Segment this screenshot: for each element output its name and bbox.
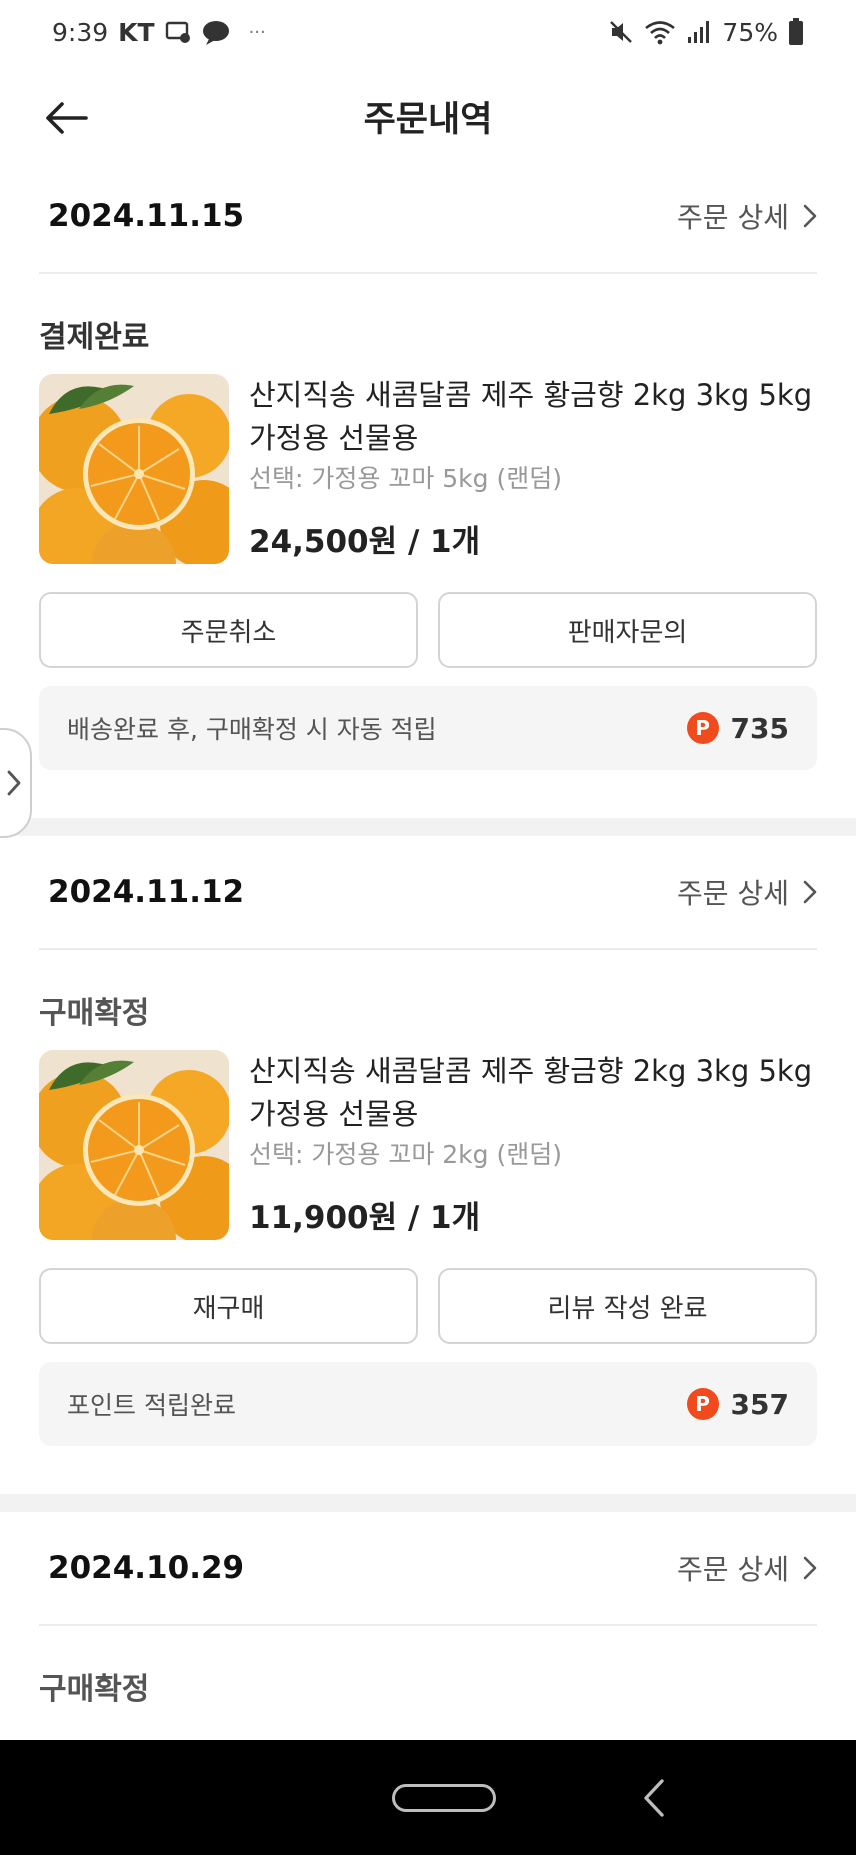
product-item[interactable]: 산지직송 새콤달콤 제주 황금향 2kg 3kg 5kg 가정용 선물용 선택:… bbox=[39, 374, 817, 564]
product-thumbnail[interactable] bbox=[39, 374, 229, 564]
arrow-left-icon bbox=[46, 102, 88, 134]
order-date: 2024.11.15 bbox=[48, 198, 245, 234]
product-option: 선택: 가정용 꼬마 2kg (랜덤) bbox=[249, 1140, 562, 1169]
signal-icon bbox=[686, 19, 712, 45]
product-price: 11,900원 / 1개 bbox=[249, 1200, 481, 1236]
repurchase-button[interactable]: 재구매 bbox=[39, 1268, 418, 1344]
order-header: 2024.11.12 주문 상세 bbox=[39, 836, 817, 950]
cancel-order-button[interactable]: 주문취소 bbox=[39, 592, 418, 668]
order-detail-label: 주문 상세 bbox=[677, 1553, 789, 1586]
order-detail-label: 주문 상세 bbox=[677, 877, 789, 910]
point-info: 포인트 적립완료 P 357 bbox=[39, 1362, 817, 1446]
order-detail-link[interactable]: 주문 상세 bbox=[677, 1548, 817, 1588]
order-card: 2024.11.12 주문 상세 구매확정 산지직송 새콤달콤 제주 황금향 2… bbox=[0, 836, 856, 1494]
order-detail-label: 주문 상세 bbox=[677, 201, 789, 234]
system-back-button[interactable] bbox=[634, 1776, 674, 1820]
point-info: 배송완료 후, 구매확정 시 자동 적립 P 735 bbox=[39, 686, 817, 770]
product-thumbnail[interactable] bbox=[39, 1050, 229, 1240]
seller-inquiry-button[interactable]: 판매자문의 bbox=[438, 592, 817, 668]
review-done-button[interactable]: 리뷰 작성 완료 bbox=[438, 1268, 817, 1344]
back-button[interactable] bbox=[42, 94, 90, 142]
home-button[interactable] bbox=[392, 1784, 496, 1812]
order-status: 결제완료 bbox=[39, 320, 150, 355]
point-value: 735 bbox=[730, 711, 789, 745]
order-card: 2024.10.29 주문 상세 구매확정 bbox=[0, 1512, 856, 1707]
status-carrier: KT bbox=[118, 17, 155, 47]
chat-icon bbox=[201, 19, 231, 45]
product-item[interactable]: 산지직송 새콤달콤 제주 황금향 2kg 3kg 5kg 가정용 선물용 선택:… bbox=[39, 1050, 817, 1240]
mute-icon bbox=[608, 19, 634, 45]
order-divider bbox=[0, 818, 856, 836]
back-chevron-icon bbox=[644, 1779, 664, 1817]
order-divider bbox=[0, 1494, 856, 1512]
chevron-right-icon bbox=[7, 770, 21, 796]
app-header: 주문내역 bbox=[0, 72, 856, 160]
orange-image-icon bbox=[39, 374, 229, 564]
point-icon: P bbox=[686, 1388, 719, 1420]
chevron-right-icon bbox=[803, 204, 817, 228]
product-price: 24,500원 / 1개 bbox=[249, 524, 481, 560]
wifi-icon bbox=[644, 19, 676, 45]
product-name[interactable]: 산지직송 새콤달콤 제주 황금향 2kg 3kg 5kg 가정용 선물용 bbox=[249, 374, 817, 460]
system-nav-bar bbox=[0, 1740, 856, 1855]
order-list: 2024.11.15 주문 상세 결제완료 산지직송 새콤달콤 제주 황금향 2… bbox=[0, 160, 856, 1707]
point-text: 배송완료 후, 구매확정 시 자동 적립 bbox=[67, 715, 437, 744]
order-date: 2024.11.12 bbox=[48, 874, 245, 910]
status-bar: 9:39 KT ··· 75% bbox=[0, 0, 856, 64]
order-actions: 주문취소 판매자문의 bbox=[39, 592, 817, 668]
chevron-right-icon bbox=[803, 880, 817, 904]
order-detail-link[interactable]: 주문 상세 bbox=[677, 196, 817, 236]
page-title: 주문내역 bbox=[363, 99, 493, 140]
more-notifications: ··· bbox=[248, 21, 266, 43]
order-status: 구매확정 bbox=[39, 1672, 150, 1707]
chevron-right-icon bbox=[803, 1556, 817, 1580]
order-detail-link[interactable]: 주문 상세 bbox=[677, 872, 817, 912]
order-date: 2024.10.29 bbox=[48, 1550, 245, 1586]
point-value: 357 bbox=[730, 1387, 789, 1421]
battery-percent: 75% bbox=[722, 17, 778, 47]
order-card: 2024.11.15 주문 상세 결제완료 산지직송 새콤달콤 제주 황금향 2… bbox=[0, 160, 856, 818]
status-time: 9:39 bbox=[52, 17, 109, 47]
point-icon: P bbox=[686, 712, 719, 744]
order-status: 구매확정 bbox=[39, 996, 150, 1031]
cast-icon bbox=[165, 20, 191, 44]
order-header: 2024.11.15 주문 상세 bbox=[39, 160, 817, 274]
order-header: 2024.10.29 주문 상세 bbox=[39, 1512, 817, 1626]
order-actions: 재구매 리뷰 작성 완료 bbox=[39, 1268, 817, 1344]
product-name[interactable]: 산지직송 새콤달콤 제주 황금향 2kg 3kg 5kg 가정용 선물용 bbox=[249, 1050, 817, 1136]
orange-image-icon bbox=[39, 1050, 229, 1240]
point-text: 포인트 적립완료 bbox=[67, 1391, 236, 1420]
edge-panel-handle[interactable] bbox=[0, 728, 32, 838]
battery-icon bbox=[788, 18, 804, 46]
product-option: 선택: 가정용 꼬마 5kg (랜덤) bbox=[249, 464, 562, 493]
